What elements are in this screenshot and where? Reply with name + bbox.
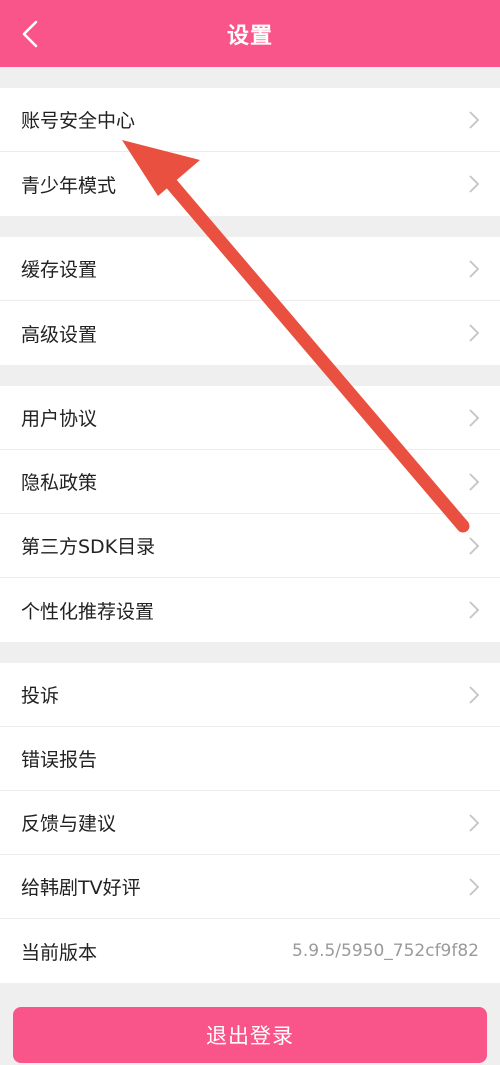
settings-item-label: 账号安全中心 — [21, 110, 136, 132]
chevron-right-icon — [469, 324, 480, 342]
chevron-right-icon — [469, 260, 480, 278]
settings-item-label: 投诉 — [21, 685, 60, 707]
settings-item-youth-mode[interactable]: 青少年模式 — [0, 152, 500, 216]
settings-item-privacy-policy[interactable]: 隐私政策 — [0, 450, 500, 514]
settings-item-label: 隐私政策 — [21, 472, 98, 494]
settings-item-label: 错误报告 — [21, 749, 98, 771]
back-button[interactable] — [14, 18, 46, 50]
chevron-right-icon — [469, 473, 480, 491]
chevron-right-icon — [469, 409, 480, 427]
chevron-right-icon — [469, 111, 480, 129]
settings-group-account: 账号安全中心 青少年模式 — [0, 88, 500, 216]
settings-item-user-agreement[interactable]: 用户协议 — [0, 386, 500, 450]
chevron-right-icon — [469, 175, 480, 193]
settings-item-label: 当前版本 — [21, 941, 98, 964]
chevron-right-icon — [469, 537, 480, 555]
settings-group-storage: 缓存设置 高级设置 — [0, 237, 500, 365]
settings-item-sdk-list[interactable]: 第三方SDK目录 — [0, 514, 500, 578]
settings-item-label: 反馈与建议 — [21, 813, 117, 835]
settings-item-label: 给韩剧TV好评 — [21, 877, 141, 899]
settings-item-cache[interactable]: 缓存设置 — [0, 237, 500, 301]
settings-item-complaint[interactable]: 投诉 — [0, 663, 500, 727]
settings-group-feedback: 投诉 错误报告 反馈与建议 给韩剧TV好评 当前版本 5.9.5/5950_75… — [0, 663, 500, 983]
chevron-right-icon — [469, 686, 480, 704]
settings-item-error-report[interactable]: 错误报告 — [0, 727, 500, 791]
settings-item-label: 高级设置 — [21, 323, 98, 346]
chevron-right-icon — [469, 814, 480, 832]
settings-item-label: 用户协议 — [21, 408, 98, 430]
settings-group-legal: 用户协议 隐私政策 第三方SDK目录 个性化推荐设置 — [0, 386, 500, 642]
settings-item-account-security[interactable]: 账号安全中心 — [0, 88, 500, 152]
settings-item-version: 当前版本 5.9.5/5950_752cf9f82 — [0, 919, 500, 983]
settings-item-label: 青少年模式 — [21, 174, 117, 197]
settings-item-advanced[interactable]: 高级设置 — [0, 301, 500, 365]
chevron-right-icon — [469, 878, 480, 896]
page-title: 设置 — [226, 23, 273, 49]
settings-item-label: 第三方SDK目录 — [21, 536, 156, 558]
settings-item-label: 个性化推荐设置 — [21, 600, 155, 623]
settings-item-personalized-recommend[interactable]: 个性化推荐设置 — [0, 578, 500, 642]
chevron-right-icon — [469, 601, 480, 619]
top-bar: 设置 — [0, 0, 500, 67]
logout-button[interactable]: 退出登录 — [13, 1007, 487, 1063]
settings-item-feedback[interactable]: 反馈与建议 — [0, 791, 500, 855]
settings-item-label: 缓存设置 — [21, 259, 98, 281]
chevron-left-icon — [22, 20, 38, 48]
settings-item-rate-app[interactable]: 给韩剧TV好评 — [0, 855, 500, 919]
version-value: 5.9.5/5950_752cf9f82 — [292, 941, 479, 961]
